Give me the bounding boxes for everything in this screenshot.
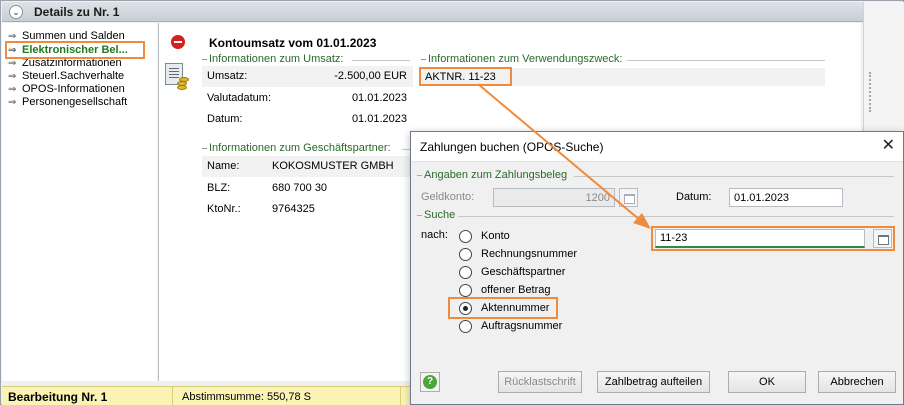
close-icon[interactable]: ✕ (882, 137, 895, 155)
partner-name-row: Name: KOKOSMUSTER GMBH (202, 156, 413, 177)
radio-geschaeftspartner[interactable]: Geschäftspartner (459, 265, 565, 283)
collapse-chevron-icon[interactable]: ⌄ (9, 5, 23, 19)
nav-item-steuerl-sachverhalte[interactable]: ⇒ Steuerl.Sachverhalte (8, 70, 124, 82)
highlight-frame-nav (5, 41, 145, 59)
radio-circle-icon[interactable] (459, 229, 472, 243)
zahlungsbeleg-group-label: Angaben zum Zahlungsbeleg (417, 169, 567, 181)
radio-circle-icon[interactable] (459, 319, 472, 333)
geschaeftspartner-group-label: Informationen zum Geschäftspartner: (202, 142, 391, 154)
group-divider (574, 176, 894, 177)
geldkonto-field (493, 188, 615, 207)
dialog-title: Zahlungen buchen (OPOS-Suche) (420, 140, 604, 154)
stop-icon (171, 35, 185, 49)
status-separator (400, 387, 401, 405)
arrow-right-icon: ⇒ (8, 58, 17, 69)
radio-circle-icon[interactable] (459, 247, 472, 261)
highlight-frame-aktennummer (448, 297, 558, 319)
datum-label: Datum: (676, 191, 712, 203)
umsatz-row: Umsatz: -2.500,00 EUR (202, 66, 413, 87)
radio-auftragsnummer[interactable]: Auftragsnummer (459, 319, 562, 337)
arrow-right-icon: ⇒ (8, 97, 17, 108)
nav-item-opos-informationen[interactable]: ⇒ OPOS-Informationen (8, 83, 125, 95)
detail-nav: ⇒ Summen und Salden ⇒ Elektronischer Bel..… (2, 23, 157, 381)
group-divider (458, 216, 894, 217)
splitter-grip-icon[interactable] (869, 72, 871, 112)
help-icon: ? (423, 375, 437, 389)
datum-row: Datum: 01.01.2023 (207, 113, 407, 125)
status-abstimmsumme: Abstimmsumme: 550,78 S (182, 391, 311, 403)
status-bearbeitung: Bearbeitung Nr. 1 (8, 390, 108, 404)
partner-blz-row: BLZ: 680 700 30 (207, 182, 328, 194)
details-title: Details zu Nr. 1 (34, 5, 120, 19)
umsatz-group-label: Informationen zum Umsatz: (202, 53, 344, 65)
dialog-titlebar[interactable]: Zahlungen buchen (OPOS-Suche) ✕ (411, 132, 903, 162)
abbrechen-button[interactable]: Abbrechen (818, 371, 896, 393)
help-button[interactable]: ? (420, 372, 440, 392)
ok-button[interactable]: OK (728, 371, 806, 393)
ruecklastschrift-button[interactable]: Rücklastschrift (498, 371, 582, 393)
verwendungszweck-group-label: Informationen zum Verwendungszweck: (421, 53, 622, 65)
nav-item-personengesellschaft[interactable]: ⇒ Personengesellschaft (8, 96, 127, 108)
kontoumsatz-title: Kontoumsatz vom 01.01.2023 (209, 36, 377, 50)
radio-circle-icon[interactable] (459, 283, 472, 297)
suche-group-label: Suche (417, 209, 455, 221)
calendar-picker-icon (619, 188, 638, 207)
zahlbetrag-aufteilen-button[interactable]: Zahlbetrag aufteilen (597, 371, 710, 393)
nach-label: nach: (421, 229, 448, 241)
opos-search-dialog: Zahlungen buchen (OPOS-Suche) ✕ Angaben … (410, 131, 904, 405)
highlight-frame-verwendungszweck (419, 67, 512, 86)
geldkonto-label: Geldkonto: (421, 191, 475, 203)
group-divider (352, 60, 410, 61)
radio-rechnungsnummer[interactable]: Rechnungsnummer (459, 247, 577, 265)
group-divider (627, 60, 825, 61)
highlight-frame-search (651, 226, 895, 251)
radio-circle-icon[interactable] (459, 265, 472, 279)
status-separator (172, 387, 173, 405)
valutadatum-row: Valutadatum: 01.01.2023 (207, 92, 407, 104)
datum-field[interactable] (729, 188, 843, 207)
radio-konto[interactable]: Konto (459, 229, 510, 247)
arrow-right-icon: ⇒ (8, 84, 17, 95)
details-header: ⌄ Details zu Nr. 1 (2, 2, 863, 22)
document-coins-icon (165, 63, 191, 91)
partner-ktonr-row: KtoNr.: 9764325 (207, 203, 315, 215)
arrow-right-icon: ⇒ (8, 71, 17, 82)
